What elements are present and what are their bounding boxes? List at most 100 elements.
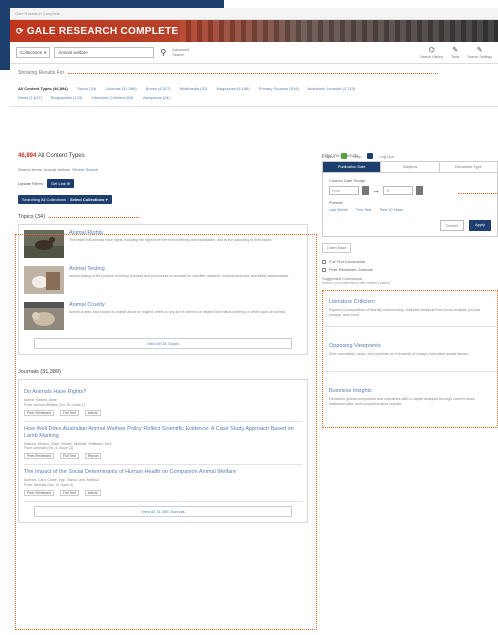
suggested-collections-subtitle: Search your collections with related con…	[322, 281, 390, 285]
search-history-label: Search History	[420, 55, 444, 59]
peer-reviewed-checkbox[interactable]: Peer-Reviewed Journals	[322, 267, 498, 272]
search-terms: Search terms: Animal welfare Revise Sear…	[18, 167, 308, 172]
tab-document-type[interactable]: Document Type	[440, 162, 497, 172]
presets-label: Presets	[329, 200, 343, 205]
date-range-label: Custom Date Range	[329, 178, 366, 183]
topics-title: Topics (34)	[18, 214, 45, 220]
date-from-input[interactable]: From	[329, 186, 359, 195]
date-presets: Last Month This Year Past 10 Years	[329, 208, 491, 212]
filter-primary-sources[interactable]: Primary Sources (519)	[259, 86, 299, 91]
callout-line	[68, 72, 439, 74]
collection-title[interactable]: Opposing Viewpoints	[329, 343, 491, 349]
date-actions: Cancel Apply	[329, 220, 491, 231]
suggested-collections-list: Literature Criticism Explore a compilati…	[322, 290, 498, 428]
filter-title: Filter Your Results	[322, 153, 359, 158]
collections-bar: Searching All Collections Select Collect…	[18, 195, 112, 204]
tab-subjects[interactable]: Subjects	[381, 162, 440, 172]
cancel-button[interactable]: Cancel	[439, 220, 464, 231]
search-terms-prefix: Search terms:	[18, 167, 43, 172]
filter-books[interactable]: Books (4,527)	[146, 86, 171, 91]
search-in-label: Searching All Collections	[22, 197, 67, 202]
utility-breadcrumb[interactable]: Gale Research Complete	[15, 11, 60, 16]
header-banner-image	[180, 20, 498, 42]
tools-label: Tools	[451, 55, 460, 59]
date-to-input[interactable]: To	[383, 186, 413, 195]
tab-publication-date[interactable]: Publication Date	[323, 162, 382, 172]
collection-desc: Explore a compilation of literary commen…	[329, 308, 480, 317]
checkbox-box[interactable]	[322, 267, 326, 272]
collection-card[interactable]: Literature Criticism Explore a compilati…	[323, 293, 497, 327]
get-link-button[interactable]: Get Link ⊕	[46, 179, 75, 188]
filter-literature-criticism[interactable]: Literature Criticism (68)	[92, 95, 134, 100]
logo-text: GALE RESEARCH COMPLETE	[26, 25, 179, 37]
results-count-label: All Content Types	[37, 153, 85, 159]
select-collections-label: Select Collections	[70, 197, 105, 202]
preset-past-10-years[interactable]: Past 10 Years	[380, 208, 403, 212]
showing-results-heading: Showing Results For	[18, 70, 490, 76]
search-settings-label: Search Settings	[467, 55, 492, 59]
full-text-checkbox[interactable]: Full Text Documents	[322, 259, 498, 264]
pencil-icon: ✎	[452, 47, 459, 54]
filter-multimedia[interactable]: Multimedia (92)	[180, 86, 208, 91]
collection-desc: Research global companies and industries…	[329, 397, 476, 406]
filter-magazines[interactable]: Magazines (5,186)	[216, 86, 249, 91]
utility-bar: Gale Research Complete English Help Log …	[10, 8, 498, 159]
settings-icon: ✎	[476, 47, 483, 54]
search-terms-value: Animal welfare	[43, 167, 71, 172]
get-link-label: Get Link	[50, 181, 66, 186]
apply-button[interactable]: Apply	[468, 220, 491, 231]
update-filters-label: Update Filters	[18, 181, 43, 186]
callout-line-date	[458, 193, 498, 194]
update-filters-row: Update Filters Get Link ⊕	[18, 179, 308, 188]
collection-title[interactable]: Literature Criticism	[329, 299, 491, 305]
search-input[interactable]: Animal welfare	[54, 47, 155, 58]
filter-sidebar: Filter Your Results Publication Date Sub…	[322, 153, 498, 428]
search-bar: Collections ▾ Animal welfare ⚲ Advanced …	[10, 42, 498, 64]
filter-all-content[interactable]: All Content Types (46,894)	[18, 86, 68, 91]
gale-logo-icon: ⟳	[16, 25, 24, 36]
learn-more-button[interactable]: Learn More	[322, 243, 352, 253]
chevron-down-icon: ▾	[44, 49, 47, 55]
collection-select[interactable]: Collections ▾	[16, 47, 51, 58]
calendar-icon[interactable]	[362, 186, 369, 195]
peer-reviewed-label: Peer-Reviewed Journals	[329, 267, 373, 272]
preset-last-month[interactable]: Last Month	[329, 208, 348, 212]
search-icon[interactable]: ⚲	[158, 47, 168, 58]
collection-card[interactable]: Business Insights Research global compan…	[323, 376, 497, 421]
frame-background-edge	[0, 0, 10, 70]
callout-line	[48, 216, 139, 218]
filter-news[interactable]: News (1,617)	[18, 95, 42, 100]
showing-results-section: Showing Results For All Content Types (4…	[10, 64, 498, 107]
brand-header: ⟳ GALE RESEARCH COMPLETE	[10, 20, 498, 42]
revise-search-link[interactable]: Revise Search	[72, 167, 98, 172]
content-type-filters: All Content Types (46,894) Topics (34) J…	[18, 84, 490, 102]
filter-journals[interactable]: Journals (31,389)	[105, 86, 136, 91]
preset-this-year[interactable]: This Year	[356, 208, 372, 212]
gale-logo[interactable]: ⟳ GALE RESEARCH COMPLETE	[16, 26, 178, 37]
filter-viewpoints[interactable]: Viewpoints (24)	[142, 95, 170, 100]
date-range-panel: Custom Date Range From → To Presets Last…	[322, 173, 498, 237]
filter-academic-journals[interactable]: Academic Journals (2,743)	[308, 86, 356, 91]
header-tools: ⌬ Search History ✎ Tools ✎ Search Settin…	[420, 46, 492, 59]
results-count: 46,894 All Content Types	[18, 153, 308, 159]
filter-topics[interactable]: Topics (34)	[77, 86, 97, 91]
callout-box-results	[15, 234, 317, 630]
results-count-number: 46,894	[18, 153, 37, 159]
search-history-tool[interactable]: ⌬ Search History	[420, 46, 443, 59]
collection-desc: Find overviews, news, and opinions on hu…	[329, 352, 469, 356]
collection-title[interactable]: Business Insights	[329, 388, 491, 394]
search-settings-tool[interactable]: ✎ Search Settings	[467, 46, 492, 59]
full-text-label: Full Text Documents	[329, 259, 366, 264]
filter-tabs: Publication Date Subjects Document Type	[322, 161, 498, 173]
calendar-icon[interactable]	[416, 186, 423, 195]
advanced-search-link[interactable]: Advanced Search	[172, 48, 192, 57]
app-window: Gale Research Complete English Help Log …	[10, 8, 498, 635]
topics-heading: Topics (34)	[18, 214, 308, 220]
checkbox-box[interactable]	[322, 259, 326, 264]
arrow-right-icon: →	[372, 186, 380, 195]
collection-select-label: Collections	[20, 50, 43, 55]
select-collections-button[interactable]: Select Collections ▾	[70, 197, 108, 202]
collection-card[interactable]: Opposing Viewpoints Find overviews, news…	[323, 331, 497, 372]
tools-tool[interactable]: ✎ Tools	[451, 46, 459, 59]
filter-biographies[interactable]: Biographies (123)	[51, 95, 83, 100]
